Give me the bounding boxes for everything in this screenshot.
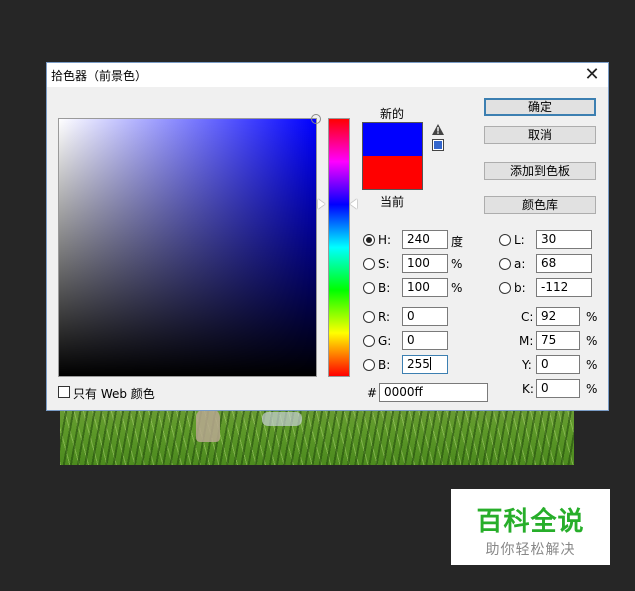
black-label: K: xyxy=(522,382,534,396)
close-icon: ✕ xyxy=(584,64,600,85)
b-channel-label: b: xyxy=(514,281,526,295)
hue-input[interactable]: 240 xyxy=(402,230,448,249)
magenta-unit: % xyxy=(586,334,598,348)
cyan-label: C: xyxy=(521,310,534,324)
blue-radio[interactable] xyxy=(363,359,375,371)
green-radio[interactable] xyxy=(363,335,375,347)
green-input[interactable]: 0 xyxy=(402,331,448,350)
yellow-input[interactable]: 0 xyxy=(536,355,580,374)
out-of-gamut-warning-icon[interactable] xyxy=(432,124,444,135)
a-channel-label: a: xyxy=(514,257,526,271)
red-radio[interactable] xyxy=(363,311,375,323)
blue-label: B: xyxy=(378,358,391,372)
a-channel-radio[interactable] xyxy=(499,258,511,270)
a-channel-input[interactable]: 68 xyxy=(536,254,592,273)
hex-label: # xyxy=(367,386,378,400)
lightness-input[interactable]: 30 xyxy=(536,230,592,249)
hue-slider-right-handle-icon[interactable] xyxy=(350,199,357,209)
current-color-label: 当前 xyxy=(380,195,405,209)
red-label: R: xyxy=(378,310,391,324)
brightness-unit: % xyxy=(451,281,463,295)
yellow-label: Y: xyxy=(522,358,532,372)
web-colors-only-label: 只有 Web 颜色 xyxy=(73,387,155,401)
lightness-label: L: xyxy=(514,233,525,247)
web-colors-only-checkbox[interactable] xyxy=(58,386,70,398)
black-unit: % xyxy=(586,382,598,396)
cancel-button[interactable]: 取消 xyxy=(484,126,596,144)
magenta-input[interactable]: 75 xyxy=(536,331,580,350)
hue-label: H: xyxy=(378,233,392,247)
yellow-unit: % xyxy=(586,358,598,372)
brightness-radio[interactable] xyxy=(363,282,375,294)
red-input[interactable]: 0 xyxy=(402,307,448,326)
saturation-input[interactable]: 100 xyxy=(402,254,448,273)
dialog-titlebar[interactable]: 拾色器（前景色） ✕ xyxy=(47,63,608,87)
color-field-marker[interactable] xyxy=(311,114,321,124)
blue-input-value: 255 xyxy=(407,357,430,371)
saturation-unit: % xyxy=(451,257,463,271)
background-photo-shoe xyxy=(196,408,220,442)
cyan-unit: % xyxy=(586,310,598,324)
current-color-swatch[interactable] xyxy=(362,156,423,190)
watermark-logo: 百科全说 助你轻松解决 xyxy=(451,489,610,565)
hue-unit: 度 xyxy=(451,235,464,249)
blue-input[interactable]: 255 xyxy=(402,355,448,374)
new-color-label: 新的 xyxy=(380,107,405,121)
cyan-input[interactable]: 92 xyxy=(536,307,580,326)
web-safe-warning-icon[interactable] xyxy=(432,139,444,151)
color-picker-dialog: 拾色器（前景色） ✕ 新的 当前 确定 取消 添加到色板 颜色库 H: 240 … xyxy=(46,62,609,411)
hue-radio[interactable] xyxy=(363,234,375,246)
hue-slider-left-handle-icon[interactable] xyxy=(318,199,325,209)
hex-input[interactable]: 0000ff xyxy=(379,383,488,402)
color-field[interactable] xyxy=(58,114,321,377)
close-button[interactable]: ✕ xyxy=(582,65,602,85)
watermark-title: 百科全说 xyxy=(476,507,585,537)
text-caret xyxy=(429,357,431,370)
green-label: G: xyxy=(378,334,392,348)
add-to-swatches-button[interactable]: 添加到色板 xyxy=(484,162,596,180)
lightness-radio[interactable] xyxy=(499,234,511,246)
brightness-label: B: xyxy=(378,281,391,295)
saturation-label: S: xyxy=(378,257,390,271)
hue-slider[interactable] xyxy=(328,118,350,377)
brightness-input[interactable]: 100 xyxy=(402,278,448,297)
new-color-swatch xyxy=(362,122,423,156)
black-input[interactable]: 0 xyxy=(536,379,580,398)
web-safe-swatch xyxy=(434,141,442,149)
b-channel-input[interactable]: -112 xyxy=(536,278,592,297)
dialog-title: 拾色器（前景色） xyxy=(51,69,148,83)
magenta-label: M: xyxy=(519,334,534,348)
color-libraries-button[interactable]: 颜色库 xyxy=(484,196,596,214)
b-channel-radio[interactable] xyxy=(499,282,511,294)
ok-button[interactable]: 确定 xyxy=(484,98,596,116)
watermark-subtitle: 助你轻松解决 xyxy=(485,542,576,558)
background-photo-object xyxy=(262,412,302,426)
saturation-radio[interactable] xyxy=(363,258,375,270)
